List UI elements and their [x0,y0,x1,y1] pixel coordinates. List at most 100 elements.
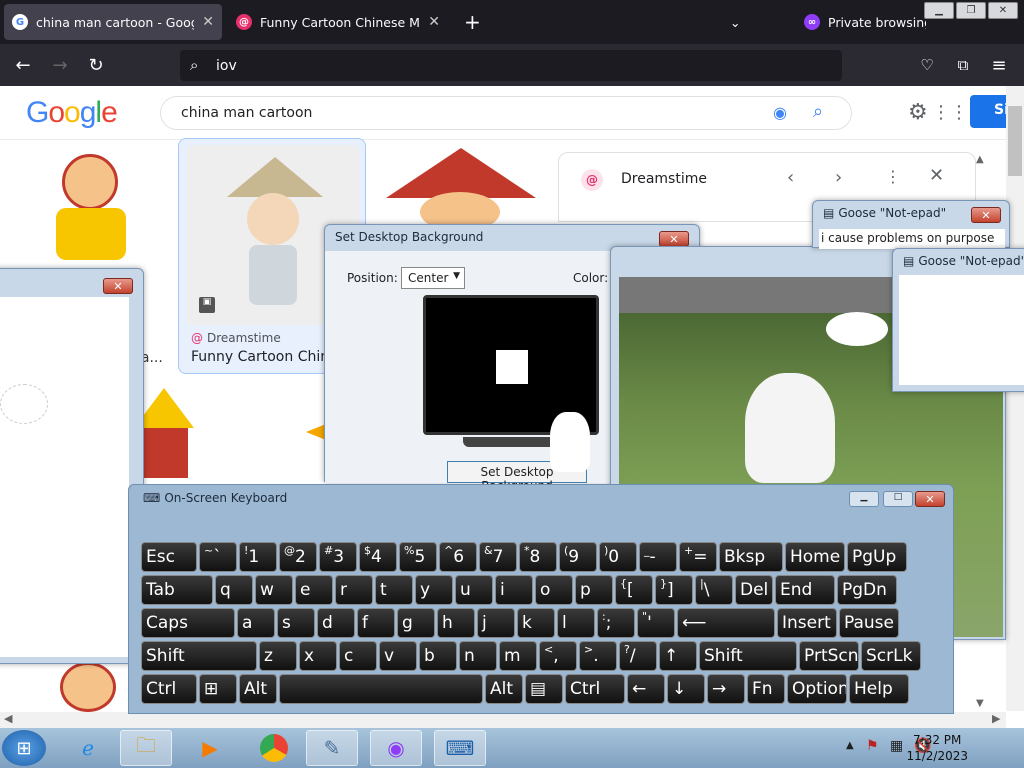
key[interactable]: ▤ [525,674,563,704]
key[interactable]: i [495,575,533,605]
forward-icon[interactable]: → [47,52,73,78]
chrome-icon[interactable] [248,730,300,766]
apps-grid-icon[interactable]: ⋮⋮ [932,102,968,123]
start-button[interactable]: ⊞ [2,730,46,766]
key[interactable]: n [459,641,497,671]
key[interactable]: Pause [839,608,899,638]
key[interactable]: ↓ [667,674,705,704]
image-result[interactable] [40,660,140,712]
key[interactable]: PgDn [837,575,897,605]
key[interactable]: (9 [559,542,597,572]
key[interactable]: ScrLk [861,641,921,671]
notepad-icon[interactable]: ✎ [306,730,358,766]
scroll-up-icon[interactable]: ▲ [976,154,984,165]
internet-explorer-icon[interactable]: ℯ [62,730,114,766]
key[interactable]: w [255,575,293,605]
settings-icon[interactable]: ⚙ [908,100,928,125]
firefox-private-icon[interactable]: ◉ [370,730,422,766]
key[interactable]: Options [787,674,847,704]
close-icon[interactable]: ✕ [929,165,944,186]
key[interactable]: :; [597,608,635,638]
key[interactable]: }] [655,575,693,605]
key[interactable]: e [295,575,333,605]
key[interactable]: Help [849,674,909,704]
key[interactable]: f [357,608,395,638]
close-button[interactable]: ✕ [103,278,133,294]
key[interactable]: Tab [141,575,213,605]
key[interactable]: b [419,641,457,671]
more-icon[interactable]: ⋮ [885,167,901,186]
result-title[interactable]: Funny Cartoon Chine [191,349,338,365]
key[interactable]: Alt [239,674,277,704]
scroll-down-icon[interactable]: ▼ [976,698,984,709]
key[interactable]: Home [785,542,845,572]
key[interactable]: Caps [141,608,235,638]
key[interactable]: &7 [479,542,517,572]
image-result[interactable] [376,144,544,224]
tab-dreamstime[interactable]: @ Funny Cartoon Chinese Man St ✕ [228,4,448,40]
goose-notepad-window[interactable]: ▤ Goose "Not-epad" ✕ i cause problems on … [812,200,1010,249]
show-hidden-icons[interactable]: ▲ [846,740,854,751]
key[interactable]: k [517,608,555,638]
close-tab-icon[interactable]: ✕ [202,14,214,30]
page-scrollbar[interactable] [1006,86,1024,711]
action-center-icon[interactable]: ⚑ [866,738,879,754]
close-icon[interactable]: ✕ [988,2,1018,19]
key[interactable]: q [215,575,253,605]
scroll-left-icon[interactable]: ◀ [4,712,12,725]
tab-google[interactable]: G china man cartoon - Google Se ✕ [4,4,222,40]
image-result[interactable] [128,388,246,478]
key[interactable]: → [707,674,745,704]
key[interactable] [279,674,483,704]
key[interactable]: u [455,575,493,605]
key[interactable]: Esc [141,542,197,572]
next-icon[interactable]: › [835,167,842,188]
on-screen-keyboard-icon[interactable]: ⌨ [434,730,486,766]
key[interactable]: Fn [747,674,785,704]
google-logo[interactable]: Google [26,96,118,130]
key[interactable]: h [437,608,475,638]
url-bar[interactable]: ⌕ iov [180,50,842,81]
image-result[interactable] [20,144,166,270]
key[interactable]: t [375,575,413,605]
key[interactable]: {[ [615,575,653,605]
key[interactable]: !1 [239,542,277,572]
media-player-icon[interactable]: ▶ [184,730,236,766]
key[interactable]: <, [539,641,577,671]
key[interactable]: a [237,608,275,638]
close-button[interactable]: ✕ [971,207,1001,223]
key[interactable]: PgUp [847,542,907,572]
key[interactable]: v [379,641,417,671]
key[interactable]: s [277,608,315,638]
key[interactable]: ← [627,674,665,704]
key[interactable]: ⊞ [199,674,237,704]
key[interactable]: Shift [141,641,257,671]
key[interactable]: m [499,641,537,671]
extensions-icon[interactable]: ⧉ [950,52,976,78]
key[interactable]: End [775,575,835,605]
key[interactable]: g [397,608,435,638]
key[interactable]: ^6 [439,542,477,572]
search-input[interactable]: china man cartoon ◉ ⌕ [160,96,852,130]
position-select[interactable]: Center ▼ [401,267,465,289]
close-tab-icon[interactable]: ✕ [428,14,440,30]
back-icon[interactable]: ← [10,52,36,78]
menu-icon[interactable]: ≡ [986,52,1012,78]
key[interactable]: ↑ [659,641,697,671]
key[interactable]: d [317,608,355,638]
search-icon[interactable]: ⌕ [813,101,823,122]
lens-icon[interactable]: ◉ [773,103,787,122]
key[interactable]: l [557,608,595,638]
key[interactable]: Alt [485,674,523,704]
close-button[interactable]: ✕ [659,231,689,247]
restore-icon[interactable]: ❐ [956,2,986,19]
new-tab-button[interactable]: + [456,4,484,40]
pocket-icon[interactable]: ♡ [914,52,940,78]
scrollbar-thumb[interactable] [1008,106,1022,176]
key[interactable]: |\ [695,575,733,605]
key[interactable]: %5 [399,542,437,572]
text-area[interactable] [899,275,1024,385]
key[interactable]: j [477,608,515,638]
key[interactable]: ~` [199,542,237,572]
key[interactable]: p [575,575,613,605]
